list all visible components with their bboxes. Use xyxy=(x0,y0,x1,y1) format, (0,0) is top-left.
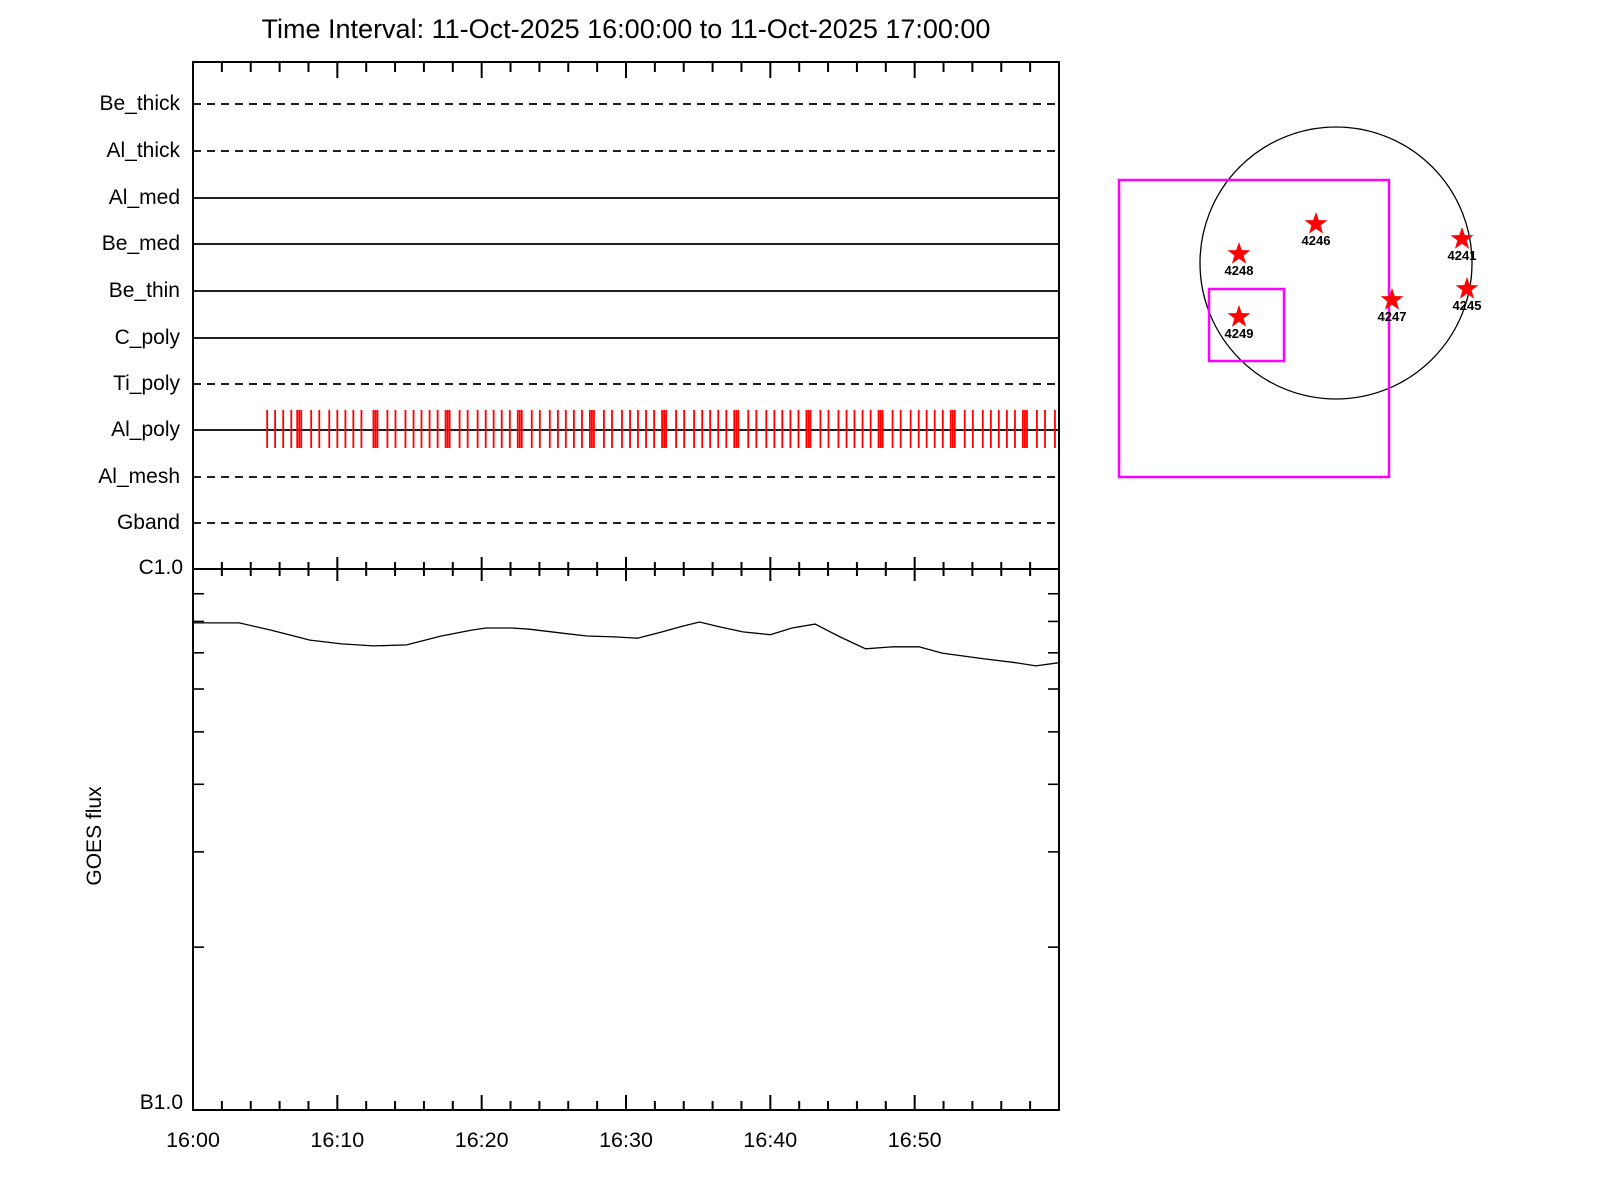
filter-lines xyxy=(193,103,1059,524)
active-region-star-4247 xyxy=(1380,288,1404,310)
fov-box-inner xyxy=(1207,287,1286,363)
filter-label-Al_med: Al_med xyxy=(108,186,180,209)
time-label-16:30: 16:30 xyxy=(599,1128,653,1152)
active-region-label-4246: 4246 xyxy=(1301,233,1331,248)
time-label-16:20: 16:20 xyxy=(454,1128,509,1152)
goes-yaxis-title: GOES flux xyxy=(83,786,106,886)
filter-label-Al_mesh: Al_mesh xyxy=(98,465,180,488)
time-label-16:00: 16:00 xyxy=(166,1128,220,1152)
plot-canvas xyxy=(192,61,1479,1111)
filter-timeline-panel xyxy=(192,61,1060,581)
active-region-star-4245 xyxy=(1455,277,1479,299)
active-region-label-4248: 4248 xyxy=(1224,263,1254,278)
active-region-star-4248 xyxy=(1227,242,1251,264)
active-region-label-4249: 4249 xyxy=(1224,326,1254,341)
exposure-ticks xyxy=(266,410,1056,448)
active-region-star-4249 xyxy=(1227,305,1251,327)
active-region-star-4241 xyxy=(1450,227,1474,249)
filter-label-Al_thick: Al_thick xyxy=(106,139,180,162)
page-title: Time Interval: 11-Oct-2025 16:00:00 to 1… xyxy=(261,14,991,44)
goes-ymax-label: C1.0 xyxy=(138,556,183,579)
xrt-goes-monitor-plot: Time Interval: 11-Oct-2025 16:00:00 to 1… xyxy=(0,0,1600,1200)
goes-ymin-label: B1.0 xyxy=(139,1091,183,1114)
timeline-panel-border xyxy=(192,61,1060,569)
time-label-16:40: 16:40 xyxy=(743,1128,798,1152)
time-label-16:50: 16:50 xyxy=(887,1128,942,1152)
goes-flux-curve xyxy=(193,621,1060,667)
solar-disk-panel xyxy=(1117,126,1479,479)
filter-label-C_poly: C_poly xyxy=(114,326,180,349)
time-label-16:10: 16:10 xyxy=(310,1128,365,1152)
active-region-label-4245: 4245 xyxy=(1452,298,1482,313)
goes-flux-panel xyxy=(192,569,1060,1111)
active-region-label-4241: 4241 xyxy=(1447,248,1477,263)
filter-label-Be_med: Be_med xyxy=(101,232,180,255)
filter-label-Ti_poly: Ti_poly xyxy=(113,372,180,395)
filter-label-Be_thin: Be_thin xyxy=(108,279,180,302)
timeline-time-ticks xyxy=(220,63,1032,78)
active-region-label-4247: 4247 xyxy=(1377,309,1407,324)
active-region-star-4246 xyxy=(1304,212,1328,234)
filter-label-Gband: Gband xyxy=(116,511,180,534)
filter-label-Be_thick: Be_thick xyxy=(99,92,180,115)
filter-label-Al_poly: Al_poly xyxy=(111,418,180,441)
